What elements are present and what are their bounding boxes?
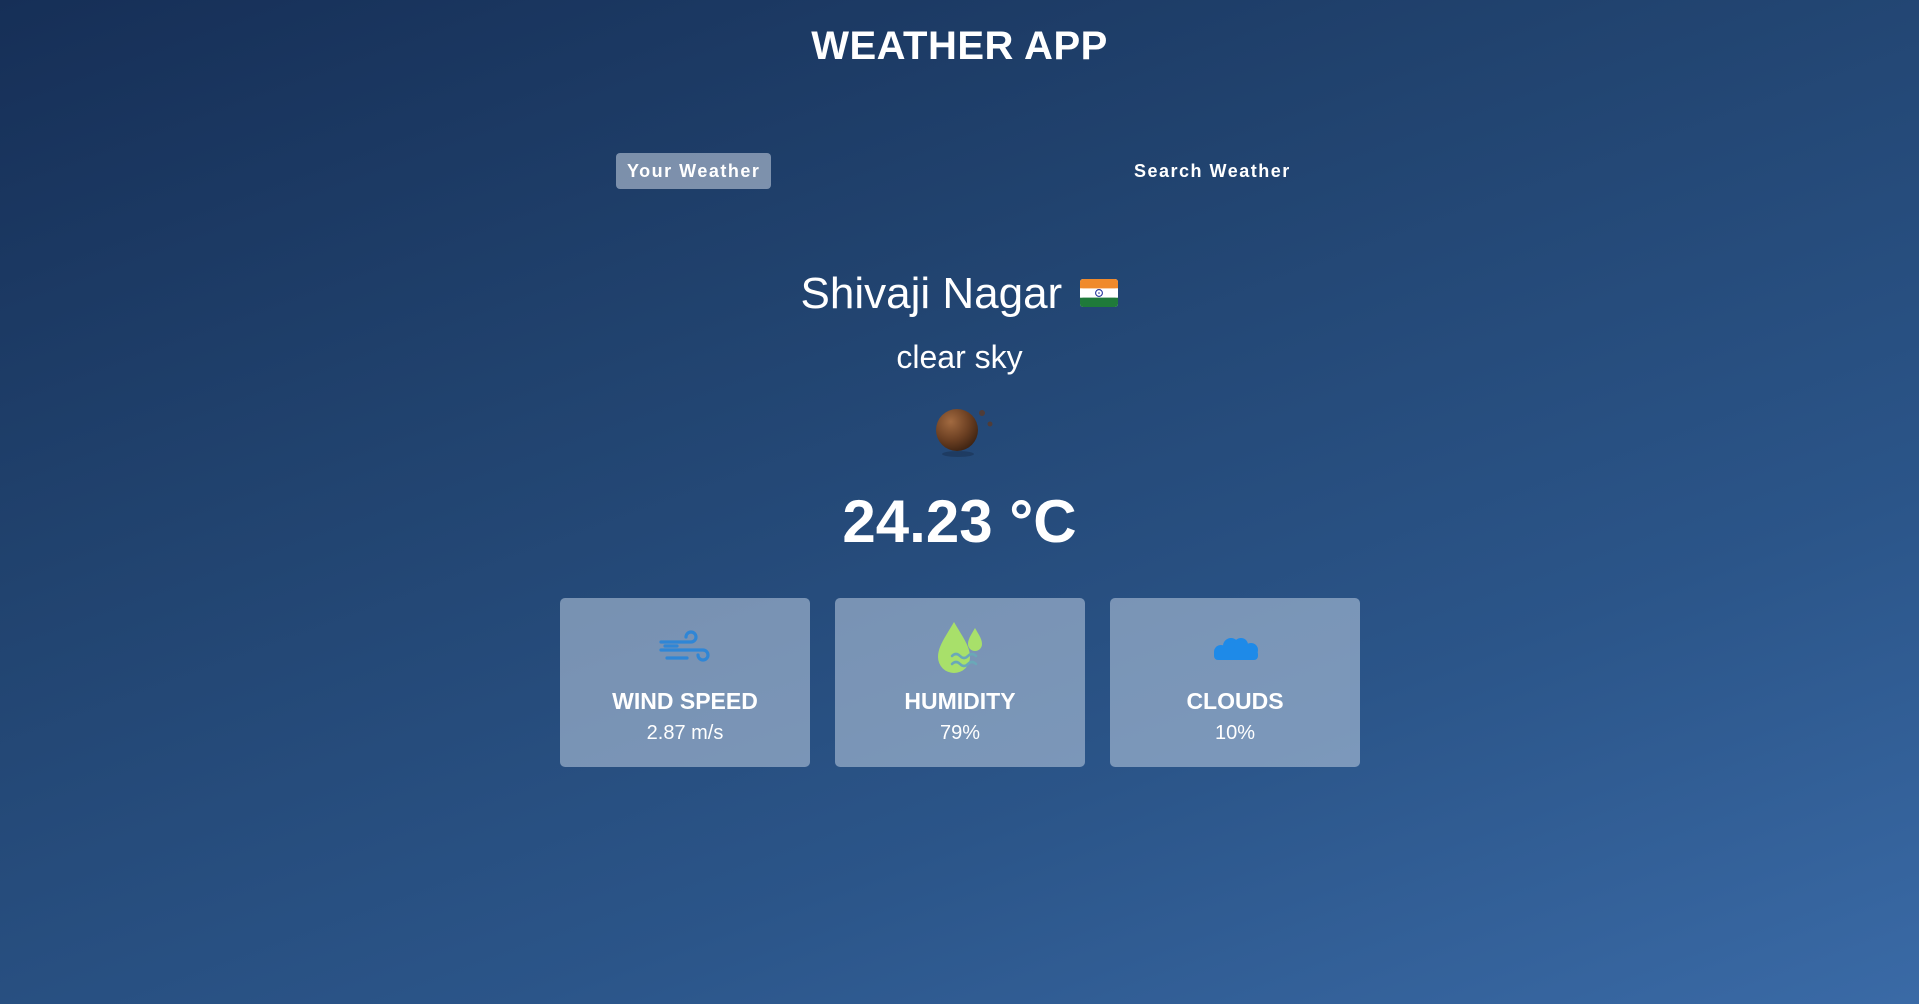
weather-description: clear sky xyxy=(896,339,1023,375)
wind-speed-value: 2.87 m/s xyxy=(646,722,724,744)
wind-icon xyxy=(659,630,710,662)
tab-your-weather[interactable]: Your Weather xyxy=(616,153,772,189)
clear-sky-night-icon xyxy=(936,409,993,457)
temperature-value: 24.23 °C xyxy=(842,488,1077,555)
app-title: WEATHER APP xyxy=(811,24,1108,68)
cloud-icon xyxy=(1214,638,1258,660)
city-name: Shivaji Nagar xyxy=(800,269,1063,318)
wind-speed-label: WIND SPEED xyxy=(612,688,758,714)
clouds-value: 10% xyxy=(1214,722,1256,744)
humidity-card: HUMIDITY 79% xyxy=(835,598,1085,767)
location-heading: Shivaji Nagar xyxy=(0,264,1919,324)
india-flag-icon xyxy=(1080,279,1119,308)
tab-bar: Your Weather Search Weather xyxy=(0,153,1919,189)
wind-speed-card: WIND SPEED 2.87 m/s xyxy=(560,598,810,767)
clouds-card: CLOUDS 10% xyxy=(1110,598,1360,767)
tab-search-weather[interactable]: Search Weather xyxy=(1123,153,1302,189)
humidity-label: HUMIDITY xyxy=(904,688,1016,714)
humidity-value: 79% xyxy=(939,722,981,744)
humidity-icon xyxy=(938,622,982,673)
clouds-label: CLOUDS xyxy=(1186,688,1284,714)
